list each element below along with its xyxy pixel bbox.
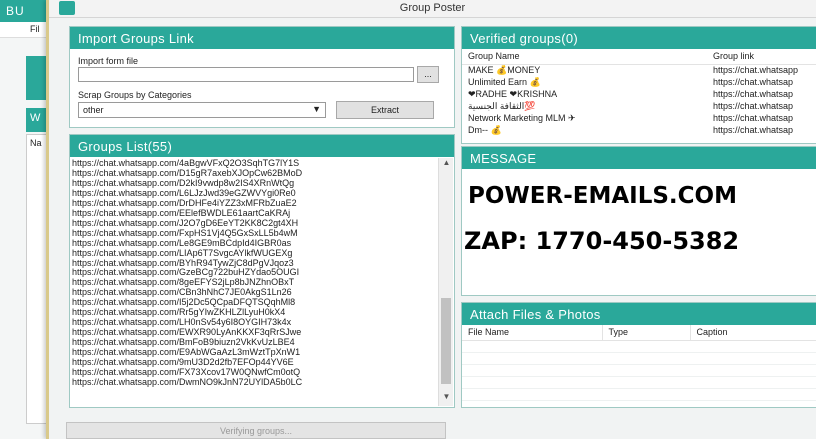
verified-group-name: MAKE 💰MONEY (468, 64, 541, 75)
verified-group-link: https://chat.whatsap (713, 101, 794, 111)
verifying-groups-button[interactable]: Verifying groups... (66, 422, 446, 439)
message-panel: MESSAGE POWER-EMAILS.COM ZAP: 1770-450-5… (461, 146, 816, 296)
verified-group-link: https://chat.whatsap (713, 113, 794, 123)
verified-group-name: Dm-- 💰 (468, 124, 502, 135)
verified-group-link: https://chat.whatsap (713, 77, 794, 87)
verified-group-name: الثقافة الجنسية💯 (468, 100, 536, 111)
group-poster-window: Group Poster Import Groups Link Import f… (46, 0, 816, 439)
verified-group-link: https://chat.whatsap (713, 125, 794, 135)
groups-list-panel: Groups List(55) https://chat.whatsapp.co… (69, 134, 455, 408)
scroll-up-arrow-icon[interactable]: ▲ (439, 158, 454, 172)
table-row[interactable]: MAKE 💰MONEY https://chat.whatsapp (462, 64, 816, 76)
group-link-line: https://chat.whatsapp.com/DwmNO9kJnN72UY… (72, 376, 303, 387)
message-line-phone: ZAP: 1770-450-5382 (464, 227, 740, 255)
scroll-down-arrow-icon[interactable]: ▼ (439, 392, 454, 406)
column-caption[interactable]: Caption (690, 325, 816, 341)
message-textarea[interactable]: POWER-EMAILS.COM ZAP: 1770-450-5382 (462, 169, 816, 295)
scrollbar-thumb[interactable] (441, 298, 451, 384)
verified-groups-table: Group Name Group link MAKE 💰MONEY https:/… (462, 49, 816, 136)
table-row[interactable]: الثقافة الجنسية💯 https://chat.whatsap (462, 100, 816, 112)
column-group-name[interactable]: Group Name (462, 49, 707, 65)
import-groups-title: Import Groups Link (70, 27, 454, 49)
table-row[interactable]: Network Marketing MLM ✈ https://chat.what… (462, 112, 816, 124)
message-line-website: POWER-EMAILS.COM (468, 183, 737, 209)
verified-group-link: https://chat.whatsap (713, 89, 794, 99)
column-type[interactable]: Type (602, 325, 691, 341)
window-titlebar[interactable]: Group Poster (49, 0, 816, 18)
attach-files-table[interactable]: File Name Type Caption (462, 325, 816, 407)
groups-links-textarea[interactable]: https://chat.whatsapp.com/4aBgwVFxQ2O3Sq… (71, 158, 437, 406)
attach-files-title: Attach Files & Photos (462, 303, 816, 325)
table-row[interactable]: ❤RADHE ❤KRISHNA https://chat.whatsap (462, 88, 816, 100)
verified-group-name: Unlimited Earn 💰 (468, 76, 541, 87)
verified-groups-panel: Verified groups(0) Group Name Group link… (461, 26, 816, 144)
attach-files-panel: Attach Files & Photos File Name Type Cap… (461, 302, 816, 408)
message-title: MESSAGE (462, 147, 816, 169)
verified-group-name: ❤RADHE ❤KRISHNA (468, 88, 558, 99)
chevron-down-icon: ▼ (312, 104, 321, 114)
extract-button[interactable]: Extract (336, 101, 434, 119)
import-groups-panel: Import Groups Link Import form file ... … (69, 26, 455, 128)
category-selected-value: other (83, 105, 104, 115)
column-file-name[interactable]: File Name (462, 325, 603, 341)
table-row[interactable]: Unlimited Earn 💰 https://chat.whatsap (462, 76, 816, 88)
table-row[interactable]: Dm-- 💰 https://chat.whatsap (462, 124, 816, 136)
import-file-label: Import form file (78, 56, 139, 66)
import-file-path-input[interactable] (78, 67, 414, 82)
browse-file-button[interactable]: ... (417, 66, 439, 83)
window-title: Group Poster (399, 2, 466, 14)
groups-list-title: Groups List(55) (70, 135, 454, 157)
column-group-link[interactable]: Group link (707, 49, 816, 65)
verified-groups-title: Verified groups(0) (462, 27, 816, 49)
groups-list-scrollbar[interactable]: ▲ ▼ (438, 158, 453, 406)
background-list-header: Na (30, 138, 42, 148)
scrap-categories-label: Scrap Groups by Categories (78, 90, 192, 100)
verified-group-link: https://chat.whatsapp (713, 65, 799, 76)
verified-group-name: Network Marketing MLM ✈ (468, 112, 576, 123)
category-select[interactable]: other ▼ (78, 102, 326, 118)
